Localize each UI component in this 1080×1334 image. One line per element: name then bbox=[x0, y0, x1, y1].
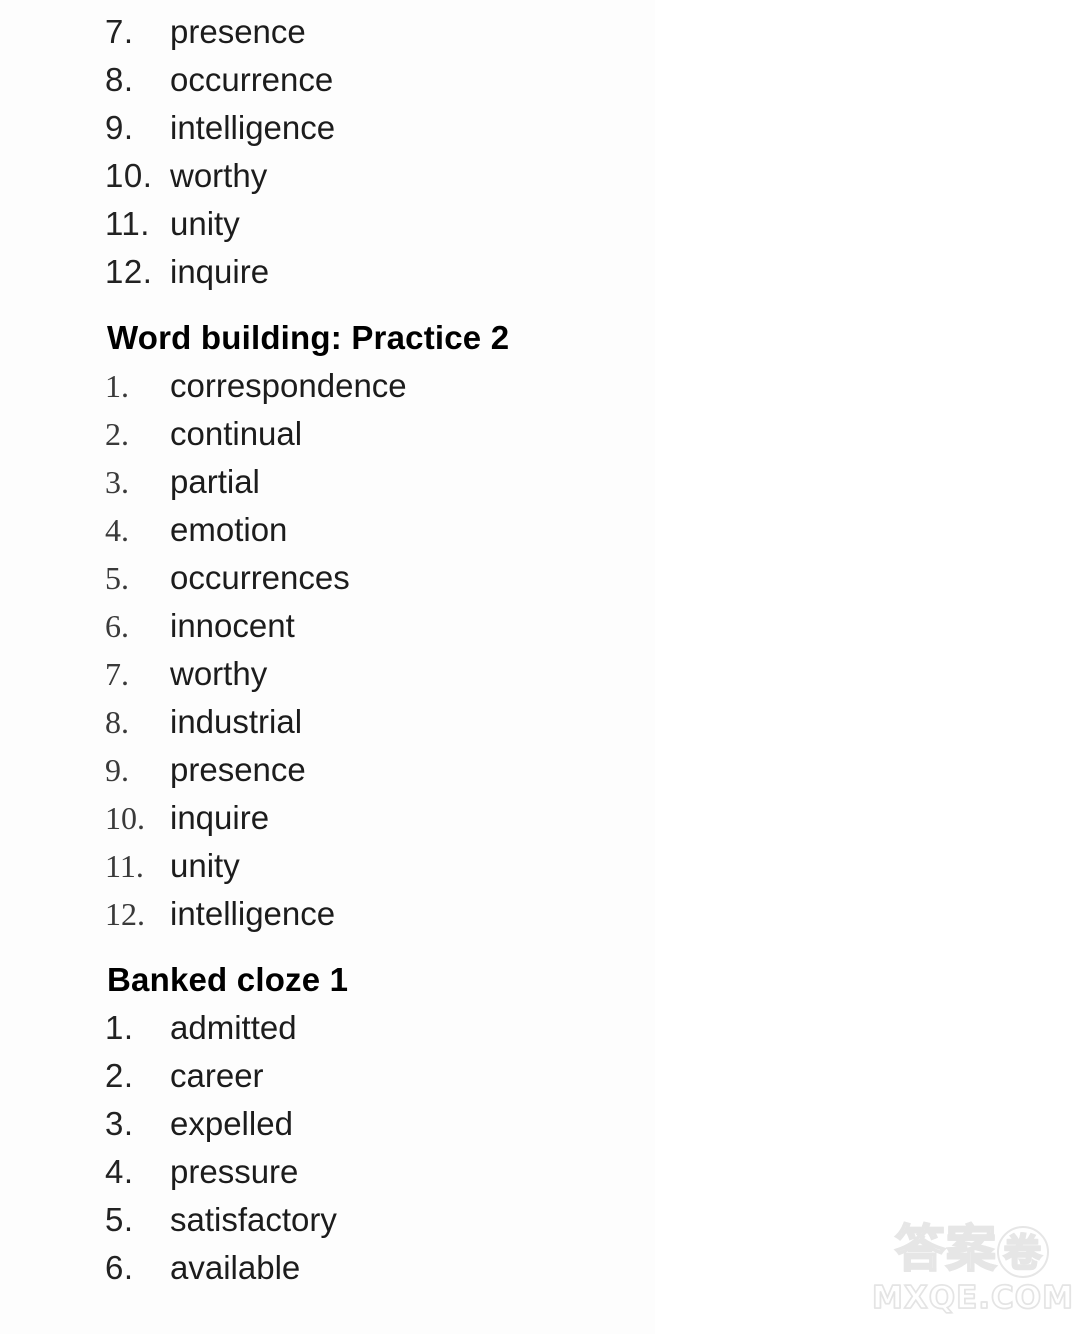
list-item-word: innocent bbox=[170, 607, 295, 644]
list-item-word: presence bbox=[170, 751, 306, 788]
list-item: 6. available bbox=[0, 1244, 1080, 1292]
list-item: 9. presence bbox=[0, 746, 1080, 794]
list-item-word: available bbox=[170, 1249, 301, 1286]
list-item-number: 9. bbox=[105, 752, 129, 788]
list-item-word: inquire bbox=[170, 253, 270, 290]
list-item-number: 9. bbox=[105, 109, 134, 146]
list-item-word: inquire bbox=[170, 799, 270, 836]
list-item-word: pressure bbox=[170, 1153, 299, 1190]
list-item-number: 6. bbox=[105, 1249, 134, 1286]
list-item-word: career bbox=[170, 1057, 264, 1094]
list-item-word: intelligence bbox=[170, 109, 336, 146]
list-item-number: 2. bbox=[105, 416, 129, 452]
list-item-word: industrial bbox=[170, 703, 303, 740]
list-item-word: intelligence bbox=[170, 895, 336, 932]
list-item-number: 8. bbox=[105, 61, 134, 98]
list-item: 4. emotion bbox=[0, 506, 1080, 554]
list-item: 11. unity bbox=[0, 842, 1080, 890]
list-item-word: continual bbox=[170, 415, 303, 452]
answer-list-practice-1-continued: 7. presence 8. occurrence 9. intelligenc… bbox=[0, 8, 1080, 296]
list-item-number: 8. bbox=[105, 704, 129, 740]
list-item: 7. presence bbox=[0, 8, 1080, 56]
list-item-number: 5. bbox=[105, 1201, 134, 1238]
list-item-number: 4. bbox=[105, 512, 129, 548]
list-item: 6. innocent bbox=[0, 602, 1080, 650]
list-item-number: 2. bbox=[105, 1057, 134, 1094]
list-item-word: presence bbox=[170, 13, 306, 50]
list-item: 5. occurrences bbox=[0, 554, 1080, 602]
list-item: 10. worthy bbox=[0, 152, 1080, 200]
list-item-word: satisfactory bbox=[170, 1201, 337, 1238]
list-item: 1. admitted bbox=[0, 1004, 1080, 1052]
list-item-word: occurrence bbox=[170, 61, 334, 98]
list-item-word: occurrences bbox=[170, 559, 350, 596]
list-item: 12. intelligence bbox=[0, 890, 1080, 938]
list-item: 11. unity bbox=[0, 200, 1080, 248]
list-item-number: 12. bbox=[105, 253, 153, 290]
list-item-number: 3. bbox=[105, 464, 129, 500]
list-item: 5. satisfactory bbox=[0, 1196, 1080, 1244]
list-item-number: 10. bbox=[105, 800, 145, 836]
list-item-number: 10. bbox=[105, 157, 153, 194]
list-item-word: worthy bbox=[170, 655, 268, 692]
list-item: 3. partial bbox=[0, 458, 1080, 506]
list-item: 12. inquire bbox=[0, 248, 1080, 296]
list-item-number: 11. bbox=[105, 848, 144, 884]
list-item: 7. worthy bbox=[0, 650, 1080, 698]
list-item: 1. correspondence bbox=[0, 362, 1080, 410]
list-item: 4. pressure bbox=[0, 1148, 1080, 1196]
answer-key-content: 7. presence 8. occurrence 9. intelligenc… bbox=[0, 0, 1080, 1292]
list-item-word: unity bbox=[170, 847, 240, 884]
list-item-number: 7. bbox=[105, 13, 134, 50]
list-item-number: 1. bbox=[105, 1009, 134, 1046]
list-item-word: admitted bbox=[170, 1009, 297, 1046]
list-item: 3. expelled bbox=[0, 1100, 1080, 1148]
list-item-number: 1. bbox=[105, 368, 129, 404]
answer-list-banked-cloze-1: 1. admitted 2. career 3. expelled 4. pre… bbox=[0, 1004, 1080, 1292]
document-page: 7. presence 8. occurrence 9. intelligenc… bbox=[0, 0, 1080, 1334]
list-item: 8. industrial bbox=[0, 698, 1080, 746]
list-item: 2. career bbox=[0, 1052, 1080, 1100]
list-item-number: 7. bbox=[105, 656, 129, 692]
list-item-word: worthy bbox=[170, 157, 268, 194]
list-item-word: expelled bbox=[170, 1105, 293, 1142]
list-item-word: unity bbox=[170, 205, 240, 242]
list-item: 8. occurrence bbox=[0, 56, 1080, 104]
list-item-word: partial bbox=[170, 463, 260, 500]
section-heading-word-building-practice-2: Word building: Practice 2 bbox=[107, 319, 510, 356]
list-item: 2. continual bbox=[0, 410, 1080, 458]
list-item-number: 3. bbox=[105, 1105, 134, 1142]
list-item-number: 11. bbox=[105, 205, 150, 242]
section-heading-banked-cloze-1: Banked cloze 1 bbox=[107, 961, 349, 998]
list-item-word: correspondence bbox=[170, 367, 407, 404]
list-item: 9. intelligence bbox=[0, 104, 1080, 152]
list-item-number: 6. bbox=[105, 608, 129, 644]
answer-list-word-building-practice-2: 1. correspondence 2. continual 3. partia… bbox=[0, 362, 1080, 938]
list-item-number: 5. bbox=[105, 560, 129, 596]
list-item-number: 4. bbox=[105, 1153, 134, 1190]
list-item: 10. inquire bbox=[0, 794, 1080, 842]
list-item-word: emotion bbox=[170, 511, 288, 548]
list-item-number: 12. bbox=[105, 896, 145, 932]
